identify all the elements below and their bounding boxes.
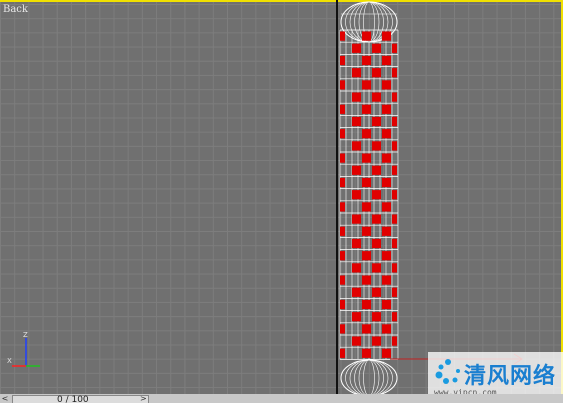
- checker-square: [362, 324, 371, 334]
- checker-square: [340, 104, 345, 114]
- checker-square: [392, 165, 397, 175]
- checker-square: [392, 263, 397, 273]
- checker-square: [372, 116, 381, 127]
- checker-square: [382, 129, 391, 139]
- checkered-cylinder[interactable]: [338, 0, 400, 403]
- checker-square: [392, 116, 397, 127]
- checker-square: [382, 104, 391, 114]
- cap-wire: [358, 359, 380, 397]
- checker-square: [352, 214, 361, 224]
- checker-square: [340, 226, 345, 236]
- checker-square: [372, 263, 381, 273]
- checker-square: [362, 299, 371, 310]
- checker-square: [382, 80, 391, 90]
- back-viewport[interactable]: Back Z X 清风网络 www.vipcn.com: [0, 0, 563, 403]
- checker-square: [340, 275, 345, 285]
- checker-square: [392, 336, 397, 346]
- checker-square: [352, 92, 361, 102]
- checker-square: [382, 153, 391, 163]
- cap-wire: [345, 359, 393, 397]
- checker-square: [362, 129, 371, 139]
- checker-square: [362, 31, 371, 41]
- checker-square: [352, 165, 361, 175]
- checker-square: [352, 336, 361, 346]
- checker-square: [382, 226, 391, 236]
- checker-square: [352, 43, 361, 53]
- checker-square: [362, 226, 371, 236]
- logo-dots-icon: [435, 359, 460, 384]
- viewport-label[interactable]: Back: [3, 4, 28, 15]
- checker-square: [382, 202, 391, 212]
- checker-square: [372, 238, 381, 249]
- time-slider[interactable]: < 0 / 100 >: [0, 394, 563, 403]
- checker-square: [372, 92, 381, 102]
- checker-square: [340, 31, 345, 41]
- arrow-right-icon[interactable]: >: [140, 394, 150, 403]
- axis-tripod-icon: Z X: [7, 331, 40, 367]
- checker-square: [382, 251, 391, 261]
- checker-square: [352, 263, 361, 273]
- checker-square: [392, 190, 397, 200]
- checker-square: [352, 116, 361, 127]
- checker-square: [392, 43, 397, 53]
- active-viewport-border-top: [0, 0, 563, 2]
- axis-z-label: Z: [23, 331, 28, 339]
- checker-square: [372, 312, 381, 322]
- checker-square: [382, 177, 391, 188]
- checker-square: [340, 153, 345, 163]
- checker-square: [392, 287, 397, 297]
- checker-square: [362, 177, 371, 188]
- arrow-left-icon[interactable]: <: [0, 394, 10, 403]
- checker-square: [372, 68, 381, 78]
- time-slider-thumb[interactable]: 0 / 100: [12, 395, 149, 403]
- checker-square: [382, 299, 391, 310]
- checker-square: [392, 214, 397, 224]
- checker-square: [362, 55, 371, 66]
- checker-square: [352, 287, 361, 297]
- checker-square: [392, 141, 397, 151]
- checker-square: [362, 153, 371, 163]
- checker-square: [362, 251, 371, 261]
- checker-square: [340, 251, 345, 261]
- checker-square: [352, 141, 361, 151]
- checker-square: [372, 165, 381, 175]
- checker-square: [352, 312, 361, 322]
- checker-square: [362, 80, 371, 90]
- checker-square: [372, 141, 381, 151]
- checker-square: [362, 104, 371, 114]
- checker-square: [382, 31, 391, 41]
- checker-square: [372, 336, 381, 346]
- checker-square: [340, 80, 345, 90]
- checker-square: [340, 299, 345, 310]
- frame-counter: 0 / 100: [57, 395, 89, 403]
- cap-wire: [363, 359, 375, 397]
- checker-square: [340, 202, 345, 212]
- checker-square: [362, 202, 371, 212]
- checker-square: [352, 68, 361, 78]
- checker-square: [340, 129, 345, 139]
- checker-square: [340, 55, 345, 66]
- checker-square: [372, 43, 381, 53]
- checker-square: [352, 190, 361, 200]
- checker-square: [382, 324, 391, 334]
- cap-wire: [349, 359, 389, 397]
- checker-square: [372, 287, 381, 297]
- axis-x-label: X: [7, 357, 12, 365]
- checker-square: [392, 238, 397, 249]
- checker-square: [392, 92, 397, 102]
- checker-square: [392, 312, 397, 322]
- checker-square: [362, 275, 371, 285]
- checker-square: [382, 55, 391, 66]
- watermark-brand: 清风网络: [464, 364, 557, 389]
- checker-square: [372, 190, 381, 200]
- checker-square: [382, 275, 391, 285]
- checker-square: [362, 348, 371, 358]
- checker-square: [340, 324, 345, 334]
- checker-square: [372, 214, 381, 224]
- checker-square: [392, 68, 397, 78]
- checker-square: [340, 348, 345, 358]
- cap-wire: [340, 359, 398, 397]
- checker-square: [352, 238, 361, 249]
- checker-square: [340, 177, 345, 188]
